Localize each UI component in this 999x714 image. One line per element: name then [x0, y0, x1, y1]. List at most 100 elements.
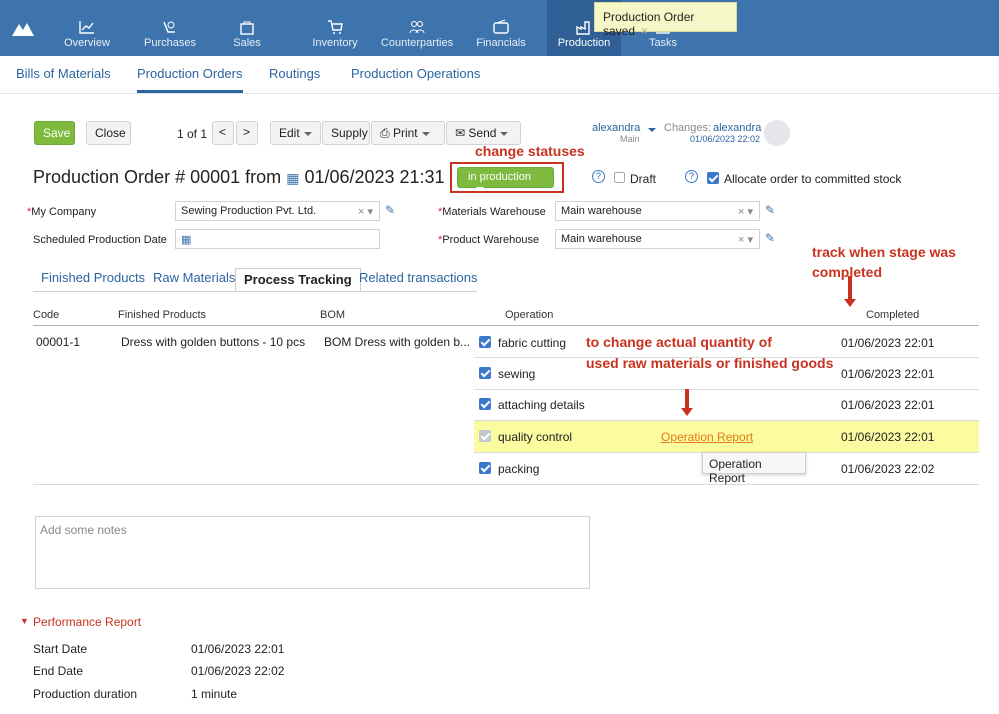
page-title: Production Order # 00001 from ▦ 01/06/20…: [33, 167, 445, 188]
people-icon: [409, 21, 425, 34]
materials-warehouse-label: *Materials Warehouse: [438, 206, 546, 218]
subtab-production-orders[interactable]: Production Orders: [137, 66, 243, 93]
nav-label: Production: [557, 37, 611, 49]
annotation-qty-2: used raw materials or finished goods: [586, 355, 834, 371]
chart-icon: [79, 21, 94, 34]
row-code: 00001-1: [36, 335, 81, 349]
operation-checkbox[interactable]: [479, 430, 491, 442]
order-date[interactable]: 01/06/2023 21:31: [304, 167, 444, 187]
nav-inventory[interactable]: Inventory: [308, 0, 362, 56]
subtab-bills-of-materials[interactable]: Bills of Materials: [16, 66, 111, 81]
cart-icon: [328, 20, 343, 34]
operation-checkbox[interactable]: [479, 462, 491, 474]
operation-completed: 01/06/2023 22:01: [841, 398, 935, 412]
performance-report-toggle[interactable]: Performance Report: [33, 615, 141, 629]
nav-purchases[interactable]: Purchases: [140, 0, 200, 56]
end-date-value: 01/06/2023 22:02: [191, 664, 285, 678]
help-icon[interactable]: ?: [685, 170, 698, 183]
chevron-down-icon: [303, 131, 312, 136]
tab-divider: [33, 291, 477, 292]
chevron-down-icon: [476, 187, 484, 192]
column-header-code: Code: [33, 309, 60, 321]
column-header-bom: BOM: [320, 309, 346, 321]
company-field[interactable]: Sewing Production Pvt. Ltd. × ▾: [175, 201, 380, 221]
operation-name: fabric cutting: [498, 336, 567, 350]
materials-warehouse-field[interactable]: Main warehouse × ▾: [555, 201, 760, 221]
calendar-icon[interactable]: ▦: [286, 170, 299, 186]
annotation-change-statuses: change statuses: [475, 143, 585, 159]
product-warehouse-field[interactable]: Main warehouse × ▾: [555, 229, 760, 249]
operation-completed: 01/06/2023 22:01: [841, 367, 935, 381]
avatar[interactable]: [764, 120, 790, 146]
nav-label: Tasks: [648, 37, 678, 49]
allocate-checkbox[interactable]: [707, 172, 719, 184]
operation-completed: 01/06/2023 22:02: [841, 462, 935, 476]
tab-related-transactions[interactable]: Related transactions: [351, 267, 486, 291]
nav-sales[interactable]: Sales: [230, 0, 264, 56]
printer-icon: ⎙: [380, 126, 393, 140]
save-button[interactable]: Save: [34, 121, 75, 145]
operation-checkbox[interactable]: [479, 336, 491, 348]
allocate-label: Allocate order to committed stock: [724, 172, 902, 186]
tab-process-tracking[interactable]: Process Tracking: [235, 268, 361, 292]
nav-financials[interactable]: Financials: [474, 0, 528, 56]
prev-button[interactable]: <: [212, 121, 234, 145]
row-finished-product[interactable]: Dress with golden buttons - 10 pcs: [121, 335, 305, 349]
bag-icon: [240, 21, 254, 35]
changes-label: Changes:: [664, 122, 712, 134]
scheduled-date-field[interactable]: ▦: [175, 229, 380, 249]
nav-label: Inventory: [312, 37, 358, 49]
help-icon[interactable]: ?: [592, 170, 605, 183]
next-button[interactable]: >: [236, 121, 258, 145]
changes-user[interactable]: alexandra: [713, 122, 761, 134]
supply-button[interactable]: Supply: [322, 121, 370, 145]
wallet-icon: [493, 19, 509, 34]
operation-report-tooltip: Operation Report: [702, 452, 806, 485]
scheduled-date-label: Scheduled Production Date: [33, 234, 167, 246]
operation-checkbox[interactable]: [479, 398, 491, 410]
edit-icon[interactable]: ✎: [765, 231, 775, 245]
notes-textarea[interactable]: Add some notes: [35, 516, 590, 589]
status-dropdown[interactable]: in production: [457, 167, 554, 192]
row-bom[interactable]: BOM Dress with golden b...: [324, 335, 470, 349]
nav-label: Overview: [64, 37, 110, 49]
tab-finished-products[interactable]: Finished Products: [33, 267, 153, 291]
operation-checkbox[interactable]: [479, 367, 491, 379]
app-logo-icon[interactable]: [10, 20, 36, 38]
send-label: Send: [468, 126, 497, 140]
chevron-down-icon[interactable]: [648, 128, 656, 132]
owner-name[interactable]: alexandra: [592, 122, 640, 134]
subtab-routings[interactable]: Routings: [269, 66, 320, 81]
operation-name: sewing: [498, 367, 536, 381]
operation-report-link[interactable]: Operation Report: [661, 430, 753, 444]
row-divider: [474, 389, 979, 390]
draft-checkbox[interactable]: [614, 172, 625, 183]
close-button[interactable]: Close: [86, 121, 131, 145]
annotation-track-1: track when stage was: [812, 244, 956, 260]
tab-raw-materials[interactable]: Raw Materials: [145, 267, 243, 291]
table-header-divider: [33, 325, 979, 326]
duration-label: Production duration: [33, 687, 138, 701]
close-icon[interactable]: ×: [641, 24, 648, 38]
nav-overview[interactable]: Overview: [58, 0, 116, 56]
edit-dropdown[interactable]: Edit: [270, 121, 321, 145]
start-date-value: 01/06/2023 22:01: [191, 642, 285, 656]
chevron-down-icon: [500, 131, 509, 136]
nav-label: Sales: [233, 37, 261, 49]
edit-icon[interactable]: ✎: [765, 203, 775, 217]
send-dropdown[interactable]: ✉ Send: [446, 121, 521, 145]
row-divider: [474, 420, 979, 421]
start-date-label: Start Date: [33, 642, 88, 656]
calendar-icon[interactable]: ▦: [181, 234, 191, 246]
title-from: from: [245, 167, 282, 187]
print-label: Print: [392, 126, 418, 140]
subtab-production-operations[interactable]: Production Operations: [351, 66, 480, 81]
print-dropdown[interactable]: ⎙ Print: [371, 121, 445, 145]
edit-icon[interactable]: ✎: [385, 203, 395, 217]
factory-icon: [576, 21, 590, 35]
nav-label: Financials: [476, 37, 526, 49]
collapse-icon[interactable]: ▼: [20, 616, 29, 626]
nav-counterparties[interactable]: Counterparties: [380, 0, 454, 56]
changes-time: 01/06/2023 22:02: [690, 134, 761, 144]
nav-label: Purchases: [144, 37, 196, 49]
